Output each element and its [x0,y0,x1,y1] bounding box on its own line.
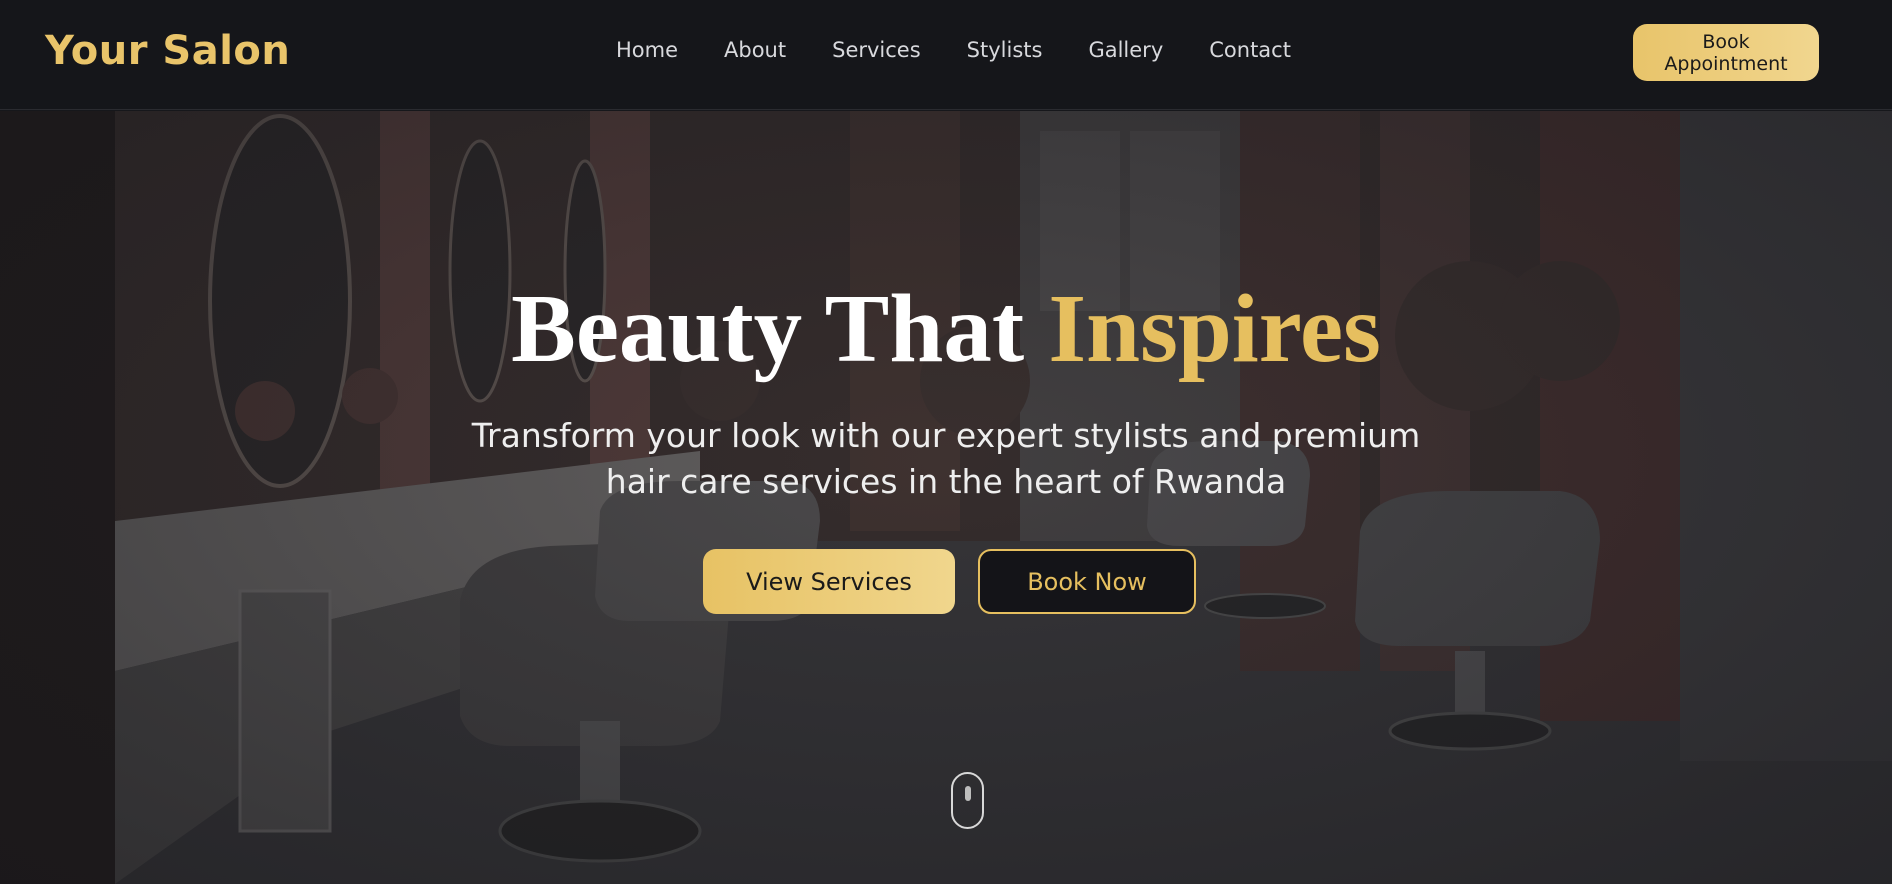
salon-logo[interactable]: Your Salon [45,28,290,74]
nav-link-about[interactable]: About [724,38,786,62]
hero-subtitle: Transform your look with our expert styl… [471,416,1421,501]
book-now-button[interactable]: Book Now [978,549,1196,614]
nav-link-gallery[interactable]: Gallery [1088,38,1163,62]
main-nav: Home About Services Stylists Gallery Con… [616,38,1291,62]
view-services-button[interactable]: View Services [703,549,955,614]
hero-title-main: Beauty That [511,275,1025,382]
book-appointment-button[interactable]: Book Appointment [1633,24,1819,81]
scroll-wheel-icon [965,786,971,801]
nav-link-stylists[interactable]: Stylists [967,38,1043,62]
hero-title: Beauty That Inspires [0,273,1892,384]
nav-link-contact[interactable]: Contact [1209,38,1291,62]
nav-link-home[interactable]: Home [616,38,678,62]
scroll-down-icon[interactable] [951,772,984,829]
hero-title-accent: Inspires [1048,275,1381,382]
nav-link-services[interactable]: Services [832,38,921,62]
hero-section: Beauty That Inspires Transform your look… [0,111,1892,884]
site-header: Your Salon Home About Services Stylists … [0,0,1892,110]
